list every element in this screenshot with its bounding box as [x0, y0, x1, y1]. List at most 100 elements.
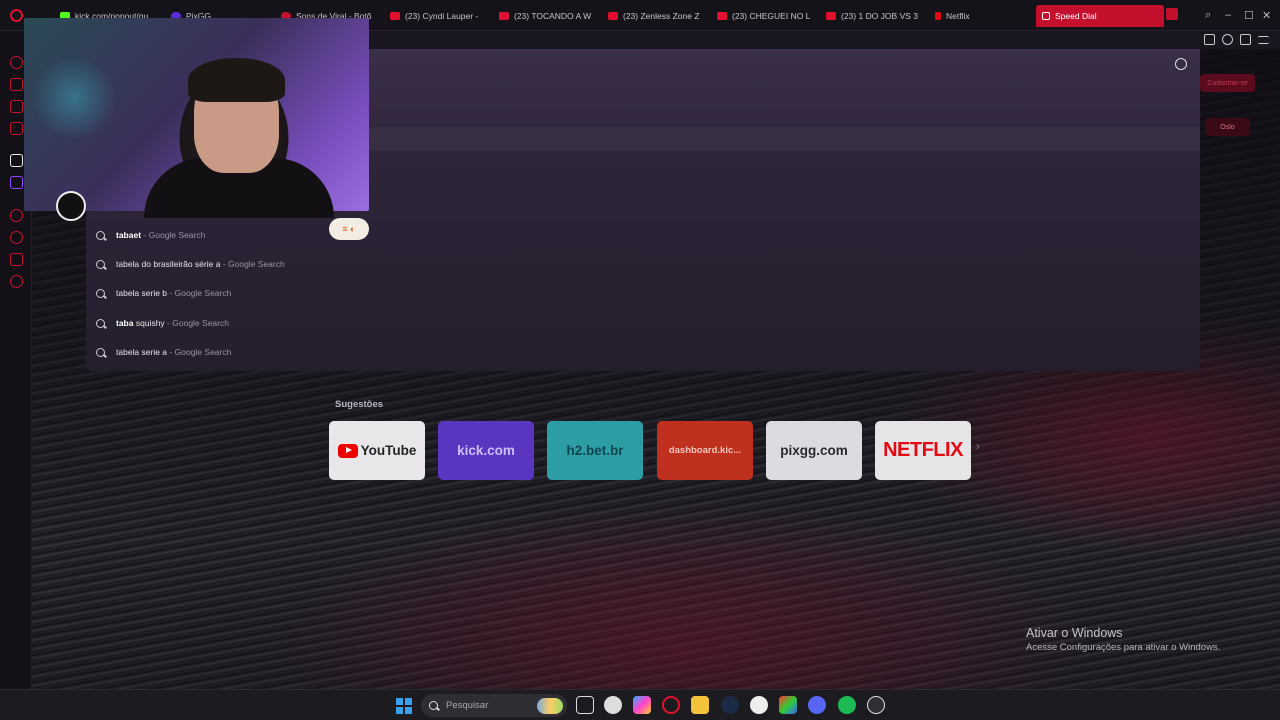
steam-icon[interactable] [721, 696, 739, 714]
tab-label: (23) Zenless Zone Z [623, 11, 700, 21]
search-icon [96, 288, 105, 298]
search-icon [429, 701, 438, 710]
speed-dial-netflix[interactable]: NETFLIX [875, 421, 971, 480]
tab-label: (23) CHEGUEI NO LI [732, 11, 811, 21]
streamer-badge-icon [56, 191, 86, 221]
maximize-icon[interactable]: ☐ [1244, 9, 1254, 22]
windows-start-icon[interactable] [396, 698, 412, 714]
tab-label: Speed Dial [1055, 11, 1097, 21]
speed-dial-h2bet[interactable]: h2.bet.br [547, 421, 643, 480]
opera-icon[interactable] [662, 696, 680, 714]
suggestion-item[interactable]: tabela serie b - Google Search [96, 283, 231, 303]
tile-label: h2.bet.br [566, 443, 624, 458]
suggestion-item[interactable]: tabaet - Google Search [96, 225, 205, 245]
extensions-toolbar-icon[interactable] [1204, 34, 1215, 45]
tab-label: (23) TOCANDO A W [514, 11, 592, 21]
app2-icon[interactable] [750, 696, 768, 714]
close-tab-icon[interactable] [1166, 8, 1178, 20]
search-icon [96, 230, 105, 240]
image-icon[interactable] [10, 122, 23, 135]
tile-label: pixgg.com [780, 443, 848, 458]
tile-label: YouTube [360, 443, 417, 458]
tab-cyndi[interactable]: (23) Cyndi Lauper - [390, 6, 484, 26]
tab-speed-dial[interactable]: Speed Dial [1036, 5, 1164, 27]
tab-tocando[interactable]: (23) TOCANDO A W [499, 6, 593, 26]
opera-menu-icon[interactable] [10, 9, 23, 22]
background-signup-button[interactable]: Cadastrar-se [1200, 74, 1255, 92]
speed-dial-youtube[interactable]: YouTube [329, 421, 425, 480]
webcam-overlay [24, 18, 369, 221]
search-icon [96, 318, 105, 328]
app-icon[interactable] [604, 696, 622, 714]
tab-label: Netflix [946, 11, 970, 21]
clock-icon[interactable] [10, 231, 23, 244]
tab-cheguei[interactable]: (23) CHEGUEI NO LI [717, 6, 811, 26]
download-icon[interactable] [1240, 34, 1251, 45]
chevron-right-icon[interactable]: › [976, 441, 980, 453]
folder-icon[interactable] [691, 696, 709, 714]
menu-icon[interactable] [1258, 36, 1269, 44]
taskbar-search[interactable]: Pesquisar [421, 694, 567, 717]
suggestion-text: tabela do brasileirão série a - Google S… [116, 259, 285, 269]
grid-icon [1042, 12, 1050, 20]
windows-activation-watermark: Ativar o Windows Acesse Configurações pa… [1026, 626, 1220, 653]
search-highlight-icon [537, 697, 563, 714]
messenger-icon[interactable] [10, 100, 23, 113]
tile-label: dashboard.kic... [668, 445, 742, 456]
player-icon[interactable] [10, 209, 23, 222]
search-placeholder: Pesquisar [446, 700, 489, 711]
obs-icon[interactable] [867, 696, 885, 714]
tab-label: (23) 1 DO JOB VS 3 [841, 11, 918, 21]
search-tabs-icon[interactable]: ⌕ [1205, 9, 1211, 22]
suggestion-item[interactable]: tabela do brasileirão série a - Google S… [96, 254, 285, 274]
shop-icon[interactable] [10, 78, 23, 91]
suggestion-text: taba squishy - Google Search [116, 318, 229, 328]
youtube-icon [390, 12, 400, 20]
tile-label: kick.com [457, 443, 515, 458]
emoji-icon[interactable] [1175, 58, 1187, 70]
tab-zenless[interactable]: (23) Zenless Zone Z [608, 6, 702, 26]
screen: Cadastrar-se Oslo kick.com/popout/gu Pix… [0, 0, 1280, 720]
tab-job[interactable]: (23) 1 DO JOB VS 3 [826, 6, 920, 26]
close-window-icon[interactable]: ✕ [1262, 9, 1271, 22]
task-view-icon[interactable] [576, 696, 594, 714]
youtube-icon [717, 12, 727, 20]
app3-icon[interactable] [779, 696, 797, 714]
speed-dial-pixgg[interactable]: pixgg.com [766, 421, 862, 480]
history-icon[interactable] [10, 56, 23, 69]
youtube-icon [826, 12, 836, 20]
aria-icon[interactable] [10, 154, 23, 167]
search-icon [96, 259, 105, 269]
twitch-icon[interactable] [10, 176, 23, 189]
speed-dial-dashboard[interactable]: dashboard.kic... [657, 421, 753, 480]
discord-icon[interactable] [808, 696, 826, 714]
suggestion-text: tabela serie a - Google Search [116, 347, 232, 357]
search-icon [96, 347, 105, 357]
tab-netflix[interactable]: Netflix [935, 6, 1029, 26]
profile-icon[interactable] [1222, 34, 1233, 45]
suggestion-text: tabaet - Google Search [116, 230, 206, 240]
background-oslo-button[interactable]: Oslo [1205, 118, 1250, 136]
suggestions-heading: Sugestões [335, 399, 384, 410]
toolbar-right [1200, 31, 1280, 49]
spotify-icon[interactable] [838, 696, 856, 714]
suggestion-item[interactable]: taba squishy - Google Search [96, 313, 229, 333]
speed-dial-kick[interactable]: kick.com [438, 421, 534, 480]
suggestion-text: tabela serie b - Google Search [116, 288, 232, 298]
stream-widget-icon: ≡ ◐ [329, 218, 369, 240]
settings-icon[interactable] [10, 275, 23, 288]
extensions-icon[interactable] [10, 253, 23, 266]
copilot-icon[interactable] [633, 696, 651, 714]
activation-title: Ativar o Windows [1026, 626, 1123, 640]
taskbar: Pesquisar [0, 689, 1280, 720]
tile-label: NETFLIX [883, 439, 963, 461]
webcam-person-hair [188, 58, 285, 102]
youtube-play-icon [337, 443, 358, 458]
tab-label: (23) Cyndi Lauper - [405, 11, 479, 21]
activation-subtitle: Acesse Configurações para ativar o Windo… [1026, 642, 1221, 653]
minimize-icon[interactable]: – [1225, 9, 1231, 21]
netflix-icon [935, 12, 941, 20]
youtube-icon [608, 12, 618, 20]
suggestion-item[interactable]: tabela serie a - Google Search [96, 342, 231, 362]
youtube-icon [499, 12, 509, 20]
